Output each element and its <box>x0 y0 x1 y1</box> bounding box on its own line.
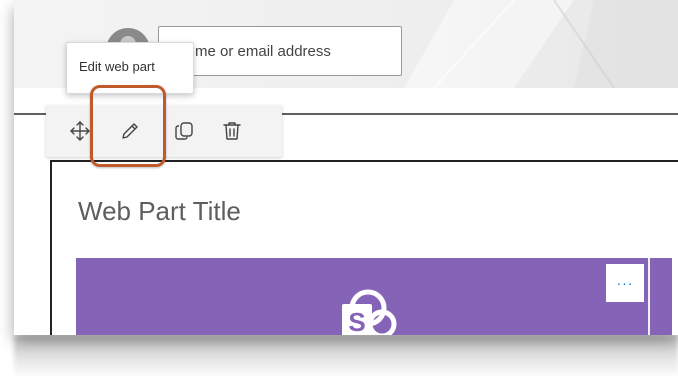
search-placeholder: me or email address <box>195 43 331 60</box>
sharepoint-page: me or email address Web Part Title ··· S <box>14 0 678 335</box>
sharepoint-logo-icon: S <box>342 289 397 335</box>
web-part-title[interactable]: Web Part Title <box>78 196 241 227</box>
tile-divider <box>648 258 650 335</box>
screenshot-frame: me or email address Web Part Title ··· S <box>0 0 678 379</box>
window-shadow <box>14 335 678 375</box>
svg-text:S: S <box>348 307 365 335</box>
more-options-button[interactable]: ··· <box>606 264 644 302</box>
people-search-input[interactable]: me or email address <box>158 26 402 76</box>
duplicate-icon <box>175 122 193 140</box>
tooltip-text: Edit web part <box>79 59 155 74</box>
delete-button[interactable] <box>214 113 250 149</box>
web-part[interactable]: Web Part Title ··· S <box>50 160 678 335</box>
highlight-callout <box>90 85 166 167</box>
move-icon <box>70 121 90 141</box>
web-part-tile[interactable]: ··· S <box>76 258 672 335</box>
trash-icon <box>223 122 241 140</box>
duplicate-button[interactable] <box>166 113 202 149</box>
